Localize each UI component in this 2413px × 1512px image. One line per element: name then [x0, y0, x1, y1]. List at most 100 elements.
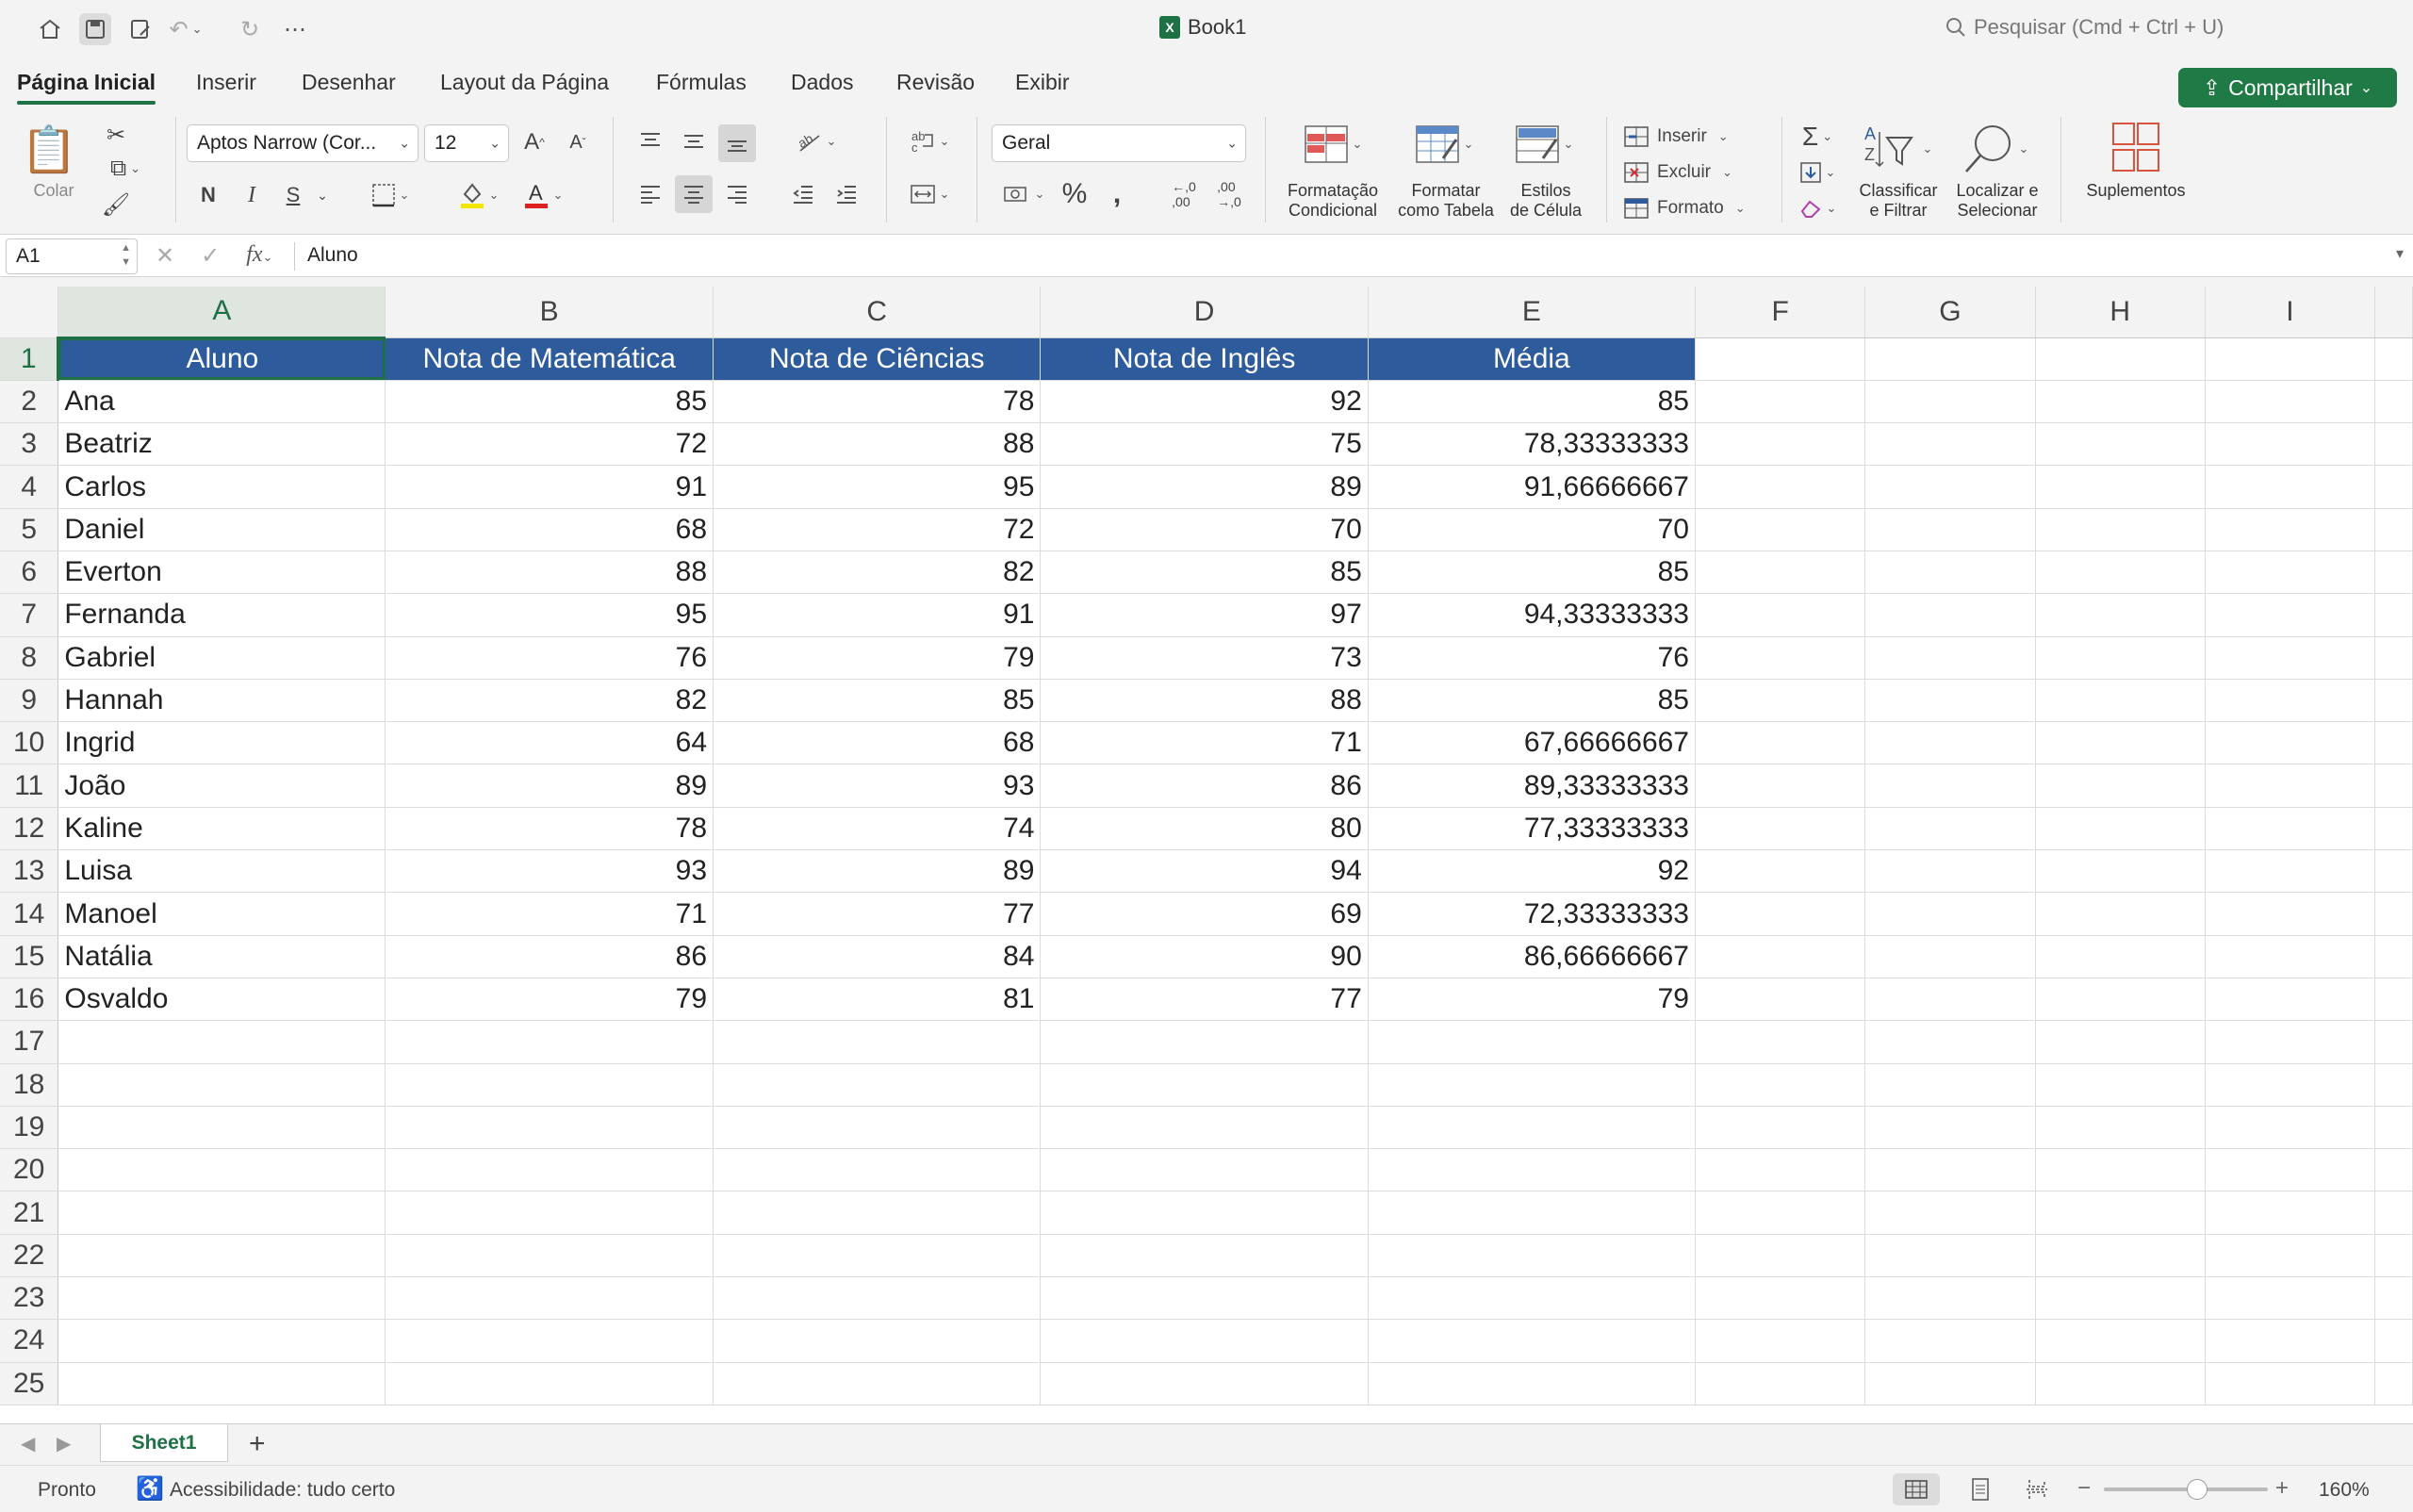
empty-cell[interactable] [713, 1234, 1042, 1278]
table-cell[interactable]: 76 [385, 636, 714, 680]
empty-cell[interactable] [2205, 764, 2376, 808]
column-header[interactable]: D [1040, 287, 1369, 338]
table-cell[interactable]: 78 [385, 807, 714, 851]
chevron-down-icon[interactable]: ⌄ [311, 179, 334, 211]
row-header[interactable]: 23 [0, 1276, 59, 1321]
empty-cell[interactable] [385, 1191, 714, 1235]
table-cell[interactable]: 89,33333333 [1368, 764, 1697, 808]
empty-cell[interactable] [2374, 508, 2413, 551]
empty-cell[interactable] [2374, 337, 2413, 381]
table-cell[interactable]: 72,33333333 [1368, 892, 1697, 936]
empty-cell[interactable] [2205, 721, 2376, 765]
row-header[interactable]: 10 [0, 721, 59, 765]
table-cell[interactable]: 94 [1040, 849, 1369, 894]
table-cell[interactable]: 82 [713, 551, 1042, 595]
table-cell[interactable]: João [57, 764, 386, 808]
row-header[interactable]: 11 [0, 764, 59, 808]
table-cell[interactable]: Hannah [57, 679, 386, 723]
empty-cell[interactable] [1368, 1362, 1697, 1405]
empty-cell[interactable] [1040, 1106, 1369, 1150]
empty-cell[interactable] [1695, 807, 1866, 851]
table-cell[interactable]: 77,33333333 [1368, 807, 1697, 851]
tab-layout[interactable]: Layout da Página [440, 70, 609, 95]
table-cell[interactable]: 89 [713, 849, 1042, 894]
empty-cell[interactable] [2374, 1063, 2413, 1107]
empty-cell[interactable] [713, 1020, 1042, 1064]
empty-cell[interactable] [2035, 721, 2206, 765]
font-color-icon[interactable]: A ⌄ [515, 179, 571, 211]
empty-cell[interactable] [1695, 551, 1866, 595]
table-cell[interactable]: 67,66666667 [1368, 721, 1697, 765]
empty-cell[interactable] [2205, 508, 2376, 551]
empty-cell[interactable] [2374, 679, 2413, 723]
column-header[interactable]: B [385, 287, 714, 338]
table-cell[interactable]: 77 [1040, 978, 1369, 1022]
empty-cell[interactable] [1695, 764, 1866, 808]
empty-cell[interactable] [2205, 422, 2376, 467]
wrap-text-icon[interactable]: ab c ⌄ [901, 124, 958, 158]
empty-cell[interactable] [385, 1276, 714, 1321]
column-header[interactable]: A [57, 287, 386, 339]
empty-cell[interactable] [57, 1234, 386, 1278]
empty-cell[interactable] [2374, 1362, 2413, 1405]
format-as-table-icon[interactable]: ⌄ [1408, 121, 1480, 168]
orientation-icon[interactable]: ab ⌄ [788, 124, 845, 158]
normal-view-icon[interactable] [1893, 1473, 1940, 1505]
empty-cell[interactable] [2205, 1362, 2376, 1405]
empty-cell[interactable] [1368, 1276, 1697, 1321]
empty-cell[interactable] [1695, 1362, 1866, 1405]
empty-cell[interactable] [1040, 1148, 1369, 1192]
empty-cell[interactable] [1864, 978, 2036, 1022]
table-cell[interactable]: Luisa [57, 849, 386, 894]
empty-cell[interactable] [2035, 551, 2206, 595]
empty-cell[interactable] [1695, 679, 1866, 723]
empty-cell[interactable] [1368, 1148, 1697, 1192]
empty-cell[interactable] [713, 1319, 1042, 1363]
empty-cell[interactable] [1864, 1276, 2036, 1321]
empty-cell[interactable] [1695, 380, 1866, 424]
table-cell[interactable]: 70 [1040, 508, 1369, 551]
table-cell[interactable]: 89 [1040, 465, 1369, 509]
page-break-icon[interactable] [2021, 1473, 2053, 1505]
empty-cell[interactable] [1695, 1063, 1866, 1107]
name-box[interactable]: A1 ▲ ▼ [6, 238, 138, 274]
comma-style-icon[interactable]: , [1103, 177, 1131, 211]
empty-cell[interactable] [1695, 978, 1866, 1022]
empty-cell[interactable] [1864, 807, 2036, 851]
empty-cell[interactable] [2035, 1020, 2206, 1064]
row-header[interactable]: 22 [0, 1234, 59, 1278]
empty-cell[interactable] [385, 1148, 714, 1192]
table-cell[interactable]: 79 [713, 636, 1042, 680]
empty-cell[interactable] [2035, 636, 2206, 680]
empty-cell[interactable] [1864, 593, 2036, 637]
empty-cell[interactable] [1864, 1106, 2036, 1150]
empty-cell[interactable] [2205, 935, 2376, 978]
empty-cell[interactable] [2205, 1234, 2376, 1278]
align-middle-icon[interactable] [677, 124, 711, 158]
decrease-indent-icon[interactable] [786, 177, 820, 211]
table-cell[interactable]: 85 [1368, 551, 1697, 595]
table-cell[interactable]: 69 [1040, 892, 1369, 936]
table-cell[interactable]: 79 [385, 978, 714, 1022]
row-header[interactable]: 2 [0, 380, 59, 424]
table-cell[interactable]: 92 [1040, 380, 1369, 424]
scroll-left-icon[interactable]: ◀ [21, 1432, 35, 1455]
empty-cell[interactable] [2035, 764, 2206, 808]
empty-cell[interactable] [2035, 1319, 2206, 1363]
empty-cell[interactable] [1040, 1319, 1369, 1363]
empty-cell[interactable] [2374, 1106, 2413, 1150]
table-cell[interactable]: 93 [385, 849, 714, 894]
scroll-right-icon[interactable]: ▶ [57, 1432, 71, 1455]
table-cell[interactable]: 68 [385, 508, 714, 551]
empty-cell[interactable] [1695, 593, 1866, 637]
borders-icon[interactable]: ⌄ [362, 179, 419, 211]
empty-cell[interactable] [2374, 892, 2413, 936]
table-cell[interactable]: 71 [385, 892, 714, 936]
empty-cell[interactable] [2035, 892, 2206, 936]
empty-cell[interactable] [2374, 593, 2413, 637]
table-cell[interactable]: 85 [1368, 380, 1697, 424]
redo-icon[interactable]: ↻ [234, 13, 266, 45]
table-cell[interactable]: Carlos [57, 465, 386, 509]
italic-button[interactable]: I [236, 179, 268, 211]
table-cell[interactable]: 93 [713, 764, 1042, 808]
